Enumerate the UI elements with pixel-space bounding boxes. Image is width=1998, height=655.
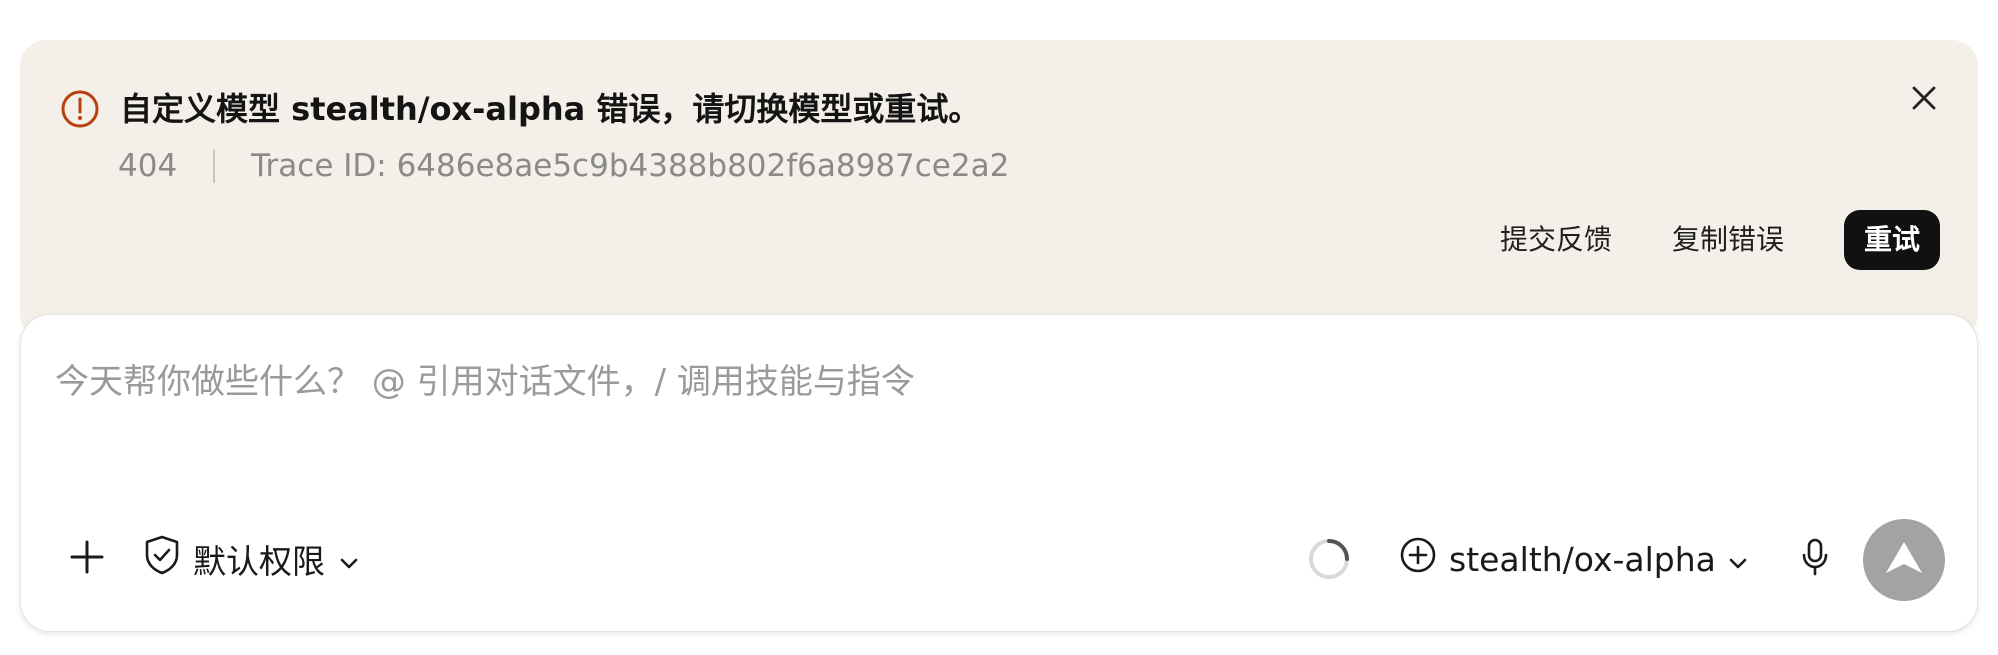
error-title: 自定义模型 stealth/ox-alpha 错误，请切换模型或重试。 (120, 90, 981, 128)
shield-check-icon (143, 534, 181, 584)
permission-dropdown[interactable]: 默认权限 (143, 531, 359, 587)
send-arrow-icon (1884, 540, 1924, 580)
alert-circle-icon (60, 89, 100, 129)
model-selector[interactable]: stealth/ox-alpha (1399, 531, 1748, 587)
chevron-down-icon (339, 540, 359, 579)
voice-input-button[interactable] (1787, 531, 1843, 587)
loading-spinner-icon (1305, 535, 1353, 583)
microphone-icon (1799, 537, 1831, 581)
error-banner: 自定义模型 stealth/ox-alpha 错误，请切换模型或重试。 404 … (20, 40, 1978, 340)
error-status-code: 404 (118, 148, 178, 184)
send-button[interactable] (1863, 519, 1945, 601)
plus-circle-icon (1399, 536, 1437, 582)
add-button[interactable] (59, 531, 115, 587)
model-label: stealth/ox-alpha (1449, 539, 1716, 579)
close-button[interactable] (1900, 76, 1948, 124)
copy-error-button[interactable]: 复制错误 (1642, 210, 1814, 270)
retry-button[interactable]: 重试 (1843, 210, 1940, 270)
error-trace-id: Trace ID: 6486e8ae5c9b4388b802f6a8987ce2… (251, 148, 1010, 184)
prompt-input[interactable] (53, 351, 1937, 413)
composer-toolbar: 默认权限 stealth/ox-alpha (21, 517, 1977, 601)
chevron-down-icon (1728, 540, 1748, 579)
close-icon (1911, 85, 1937, 115)
meta-divider (213, 149, 216, 183)
error-actions: 提交反馈 复制错误 重试 (1470, 210, 1940, 270)
submit-feedback-button[interactable]: 提交反馈 (1470, 210, 1642, 270)
plus-icon (69, 539, 105, 579)
error-meta: 404 Trace ID: 6486e8ae5c9b4388b802f6a898… (118, 144, 1009, 188)
composer: 默认权限 stealth/ox-alpha (20, 314, 1978, 632)
permission-label: 默认权限 (193, 542, 325, 581)
